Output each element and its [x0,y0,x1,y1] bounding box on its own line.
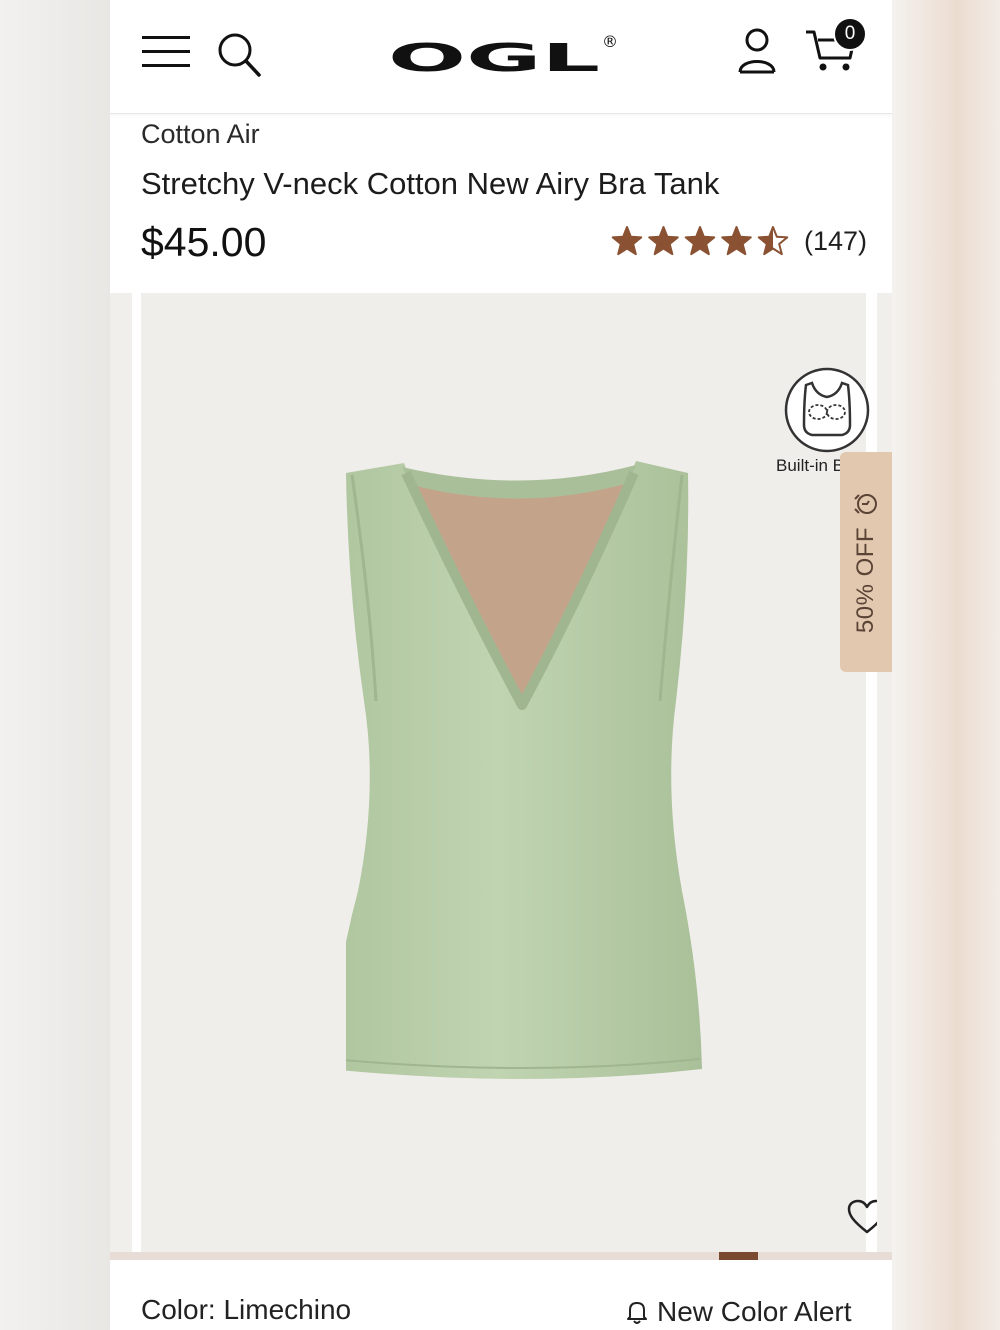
product-collection: Cotton Air [141,119,260,149]
product-gallery[interactable]: Built-in Bra [110,293,892,1253]
site-header: OGL ® 0 [110,0,892,114]
rating-star [722,227,751,255]
product-page: OGL ® 0 Cotton Air Stretchy V-neck Cotto… [110,0,892,1330]
brand-logo[interactable]: OGL ® [388,30,622,81]
rating-star [649,227,678,255]
color-label: Color: Limechino [141,1294,352,1325]
registered-mark: ® [602,32,618,51]
tank-top-image [346,461,702,1079]
bell-icon [627,1302,647,1324]
background-left [0,0,110,1330]
brand-wordmark: OGL [388,36,600,80]
new-color-alert-button[interactable]: New Color Alert [625,1294,852,1330]
sale-tab-label: 50% OFF [852,526,879,634]
search-button[interactable] [216,30,262,78]
cart-count-badge: 0 [833,17,867,51]
background-right [892,0,1000,1330]
account-icon [738,28,776,74]
gallery-progress-indicator [719,1252,758,1260]
built-in-bra-icon [784,367,870,453]
rating-star [612,227,642,255]
review-count[interactable]: (147) [804,226,867,257]
product-image[interactable]: Built-in Bra [141,293,887,1253]
account-button[interactable] [732,26,782,78]
menu-button[interactable] [140,30,192,72]
menu-icon [142,36,190,67]
rating-star [685,227,715,255]
product-price: $45.00 [141,219,267,265]
sale-tab[interactable]: 50% OFF [840,452,892,672]
search-icon [218,33,261,77]
rating-stars[interactable] [610,224,790,258]
alarm-clock-icon [854,493,877,514]
next-slide-peek[interactable] [877,293,892,1253]
product-title: Stretchy V-neck Cotton New Airy Bra Tank [141,166,720,201]
gallery-progress-track [110,1252,892,1260]
new-color-alert-label: New Color Alert [657,1296,852,1327]
previous-slide-peek[interactable] [110,293,132,1253]
